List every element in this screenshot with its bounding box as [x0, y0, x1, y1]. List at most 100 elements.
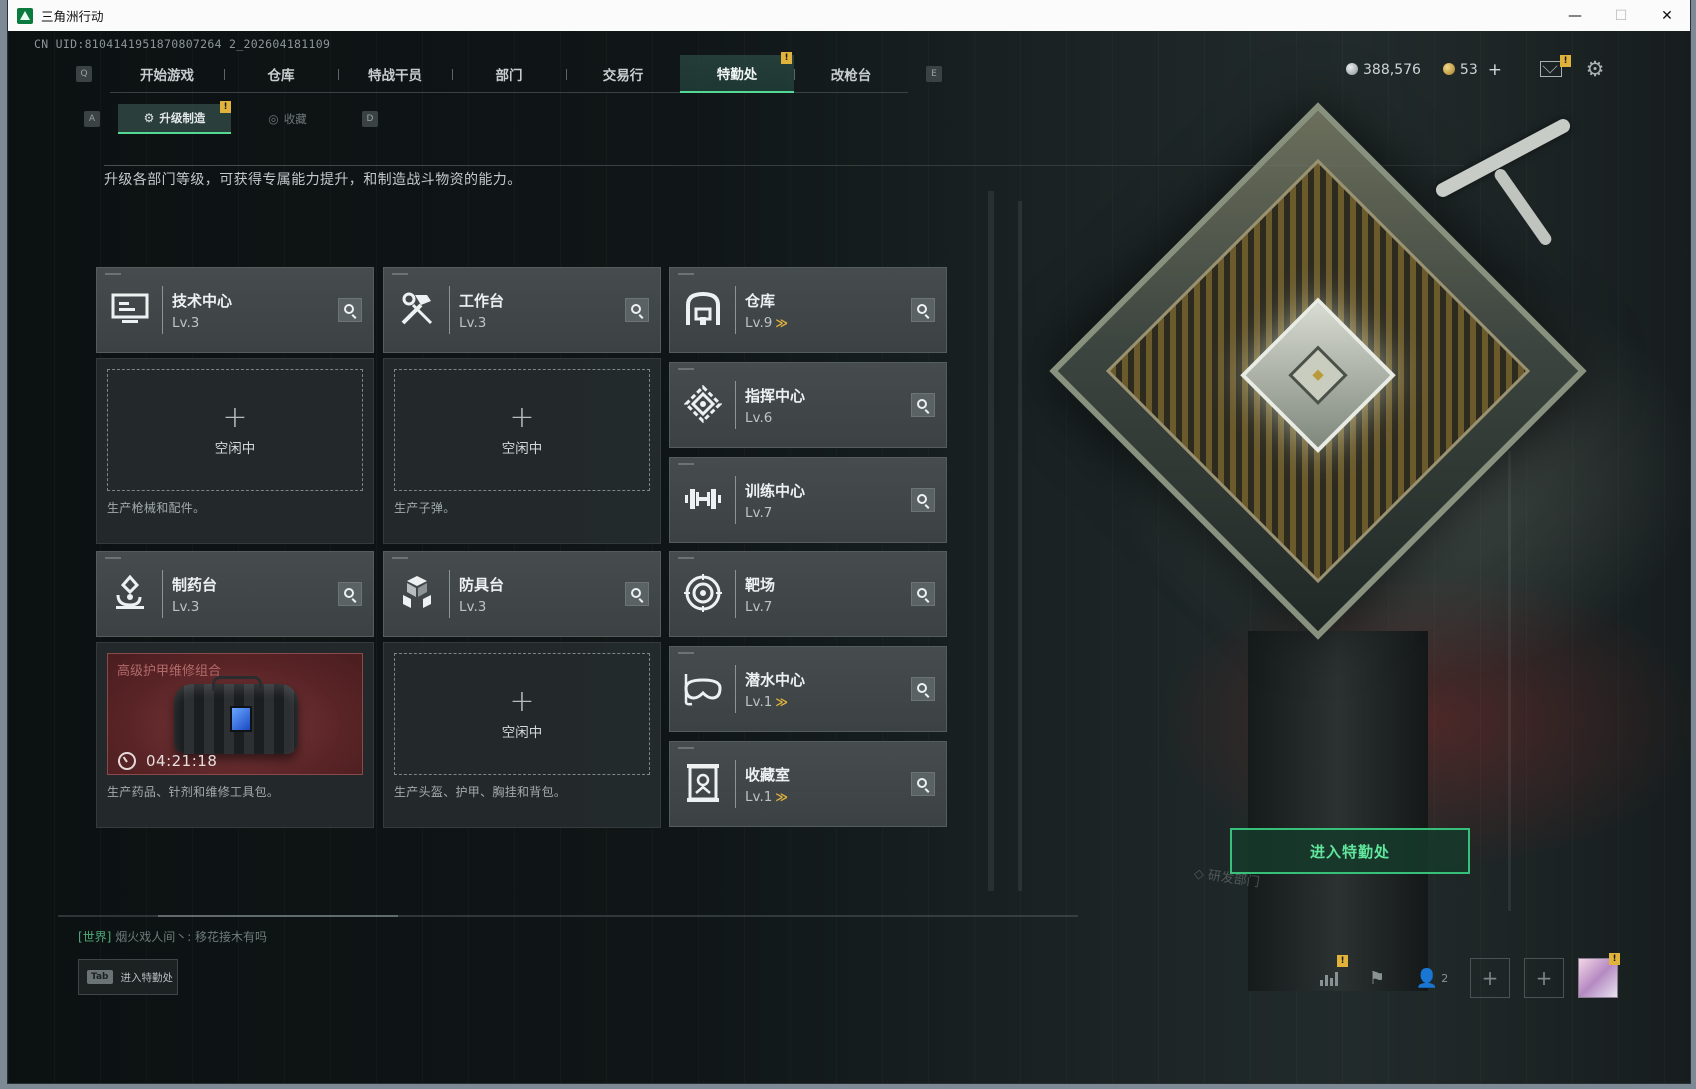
card-separator	[735, 570, 736, 618]
tab-warehouse[interactable]: 仓库	[224, 55, 338, 93]
idle-slot[interactable]: + 空闲中	[394, 369, 650, 491]
dept-name: 潜水中心	[745, 671, 806, 689]
crafting-item-name: 高级护甲维修组合	[117, 664, 222, 679]
idle-slot[interactable]: + 空闲中	[394, 653, 650, 775]
production-slot-tech-center: + 空闲中 生产枪械和配件。	[96, 358, 374, 544]
card-separator	[162, 570, 163, 618]
chat-channel: [世界]	[78, 930, 112, 944]
close-button[interactable]: ✕	[1644, 0, 1690, 31]
card-tag	[678, 747, 694, 749]
card-tag	[392, 557, 408, 559]
dept-name: 制药台	[172, 576, 218, 594]
upgrade-available-icon: ≫	[775, 790, 788, 804]
nav-next-key[interactable]: E	[926, 66, 942, 82]
stats-icon[interactable]: !	[1312, 955, 1348, 995]
dept-card-training-center[interactable]: 训练中心 Lv.7	[669, 457, 947, 543]
search-icon[interactable]	[911, 393, 935, 417]
tab-trading[interactable]: 交易行	[566, 55, 680, 93]
game-canvas: CN UID:8104141951870807264 2_20260418110…	[8, 31, 1690, 1083]
dumbbell-icon	[682, 478, 724, 520]
page-description: 升级各部门等级，可获得专属能力提升，和制造战斗物资的能力。	[104, 172, 522, 188]
friends-icon[interactable]: 👤 2	[1408, 961, 1456, 995]
friends-count: 2	[1441, 971, 1449, 985]
search-icon[interactable]	[338, 298, 362, 322]
bottom-divider	[58, 915, 1078, 917]
production-slot-workbench: + 空闲中 生产子弹。	[383, 358, 661, 544]
subtab-alert-badge: !	[220, 101, 231, 113]
bar-chart-glyph	[1320, 970, 1338, 986]
avatar-alert-badge: !	[1609, 953, 1620, 965]
dept-card-shooting-range[interactable]: 靶场 Lv.7	[669, 551, 947, 637]
subtab-upgrade-craft[interactable]: ⚙ 升级制造 !	[118, 101, 231, 134]
tab-hint-label: 进入特勤处	[120, 971, 174, 984]
search-icon[interactable]	[625, 582, 649, 606]
tab-special-ops[interactable]: 特勤处 !	[680, 52, 794, 93]
card-tag	[678, 368, 694, 370]
enter-special-ops-button[interactable]: 进入特勤处	[1230, 828, 1470, 874]
avatar[interactable]: !	[1578, 953, 1620, 998]
dept-name: 仓库	[745, 292, 776, 310]
card-separator	[735, 760, 736, 808]
tab-departments[interactable]: 部门	[452, 55, 566, 93]
idle-label: 空闲中	[501, 441, 543, 457]
card-separator	[162, 286, 163, 334]
search-icon[interactable]	[625, 298, 649, 322]
nav-prev-key[interactable]: Q	[76, 66, 92, 82]
search-icon[interactable]	[911, 582, 935, 606]
idle-slot[interactable]: + 空闲中	[107, 369, 363, 491]
minimize-button[interactable]: —	[1552, 0, 1598, 31]
slot-description: 生产子弹。	[394, 501, 456, 515]
search-icon[interactable]	[911, 772, 935, 796]
dept-name: 指挥中心	[745, 387, 806, 405]
tab-start-game[interactable]: 开始游戏	[110, 55, 224, 93]
collection-tab-icon: ◎	[268, 112, 279, 126]
world-chat[interactable]: [世界] 烟火戏人间丶: 移花接木有吗	[78, 928, 267, 945]
main-nav-tabs: 开始游戏 仓库 特战干员 部门 交易行 特勤处 ! 改枪台	[110, 52, 908, 93]
background-rail	[988, 191, 994, 891]
dept-card-tech-center[interactable]: 技术中心 Lv.3	[96, 267, 374, 353]
dept-level-value: Lv.1	[745, 694, 773, 710]
dept-level: Lv.7	[745, 505, 773, 521]
subtab-collection-label: 收藏	[283, 112, 307, 126]
dept-card-pharmacy[interactable]: 制药台 Lv.3	[96, 551, 374, 637]
magnifier-glyph	[631, 588, 641, 598]
dept-card-collection-room[interactable]: 收藏室 Lv.1 ≫	[669, 741, 947, 827]
dept-card-workbench[interactable]: 工作台 Lv.3	[383, 267, 661, 353]
dept-card-diving-center[interactable]: 潜水中心 Lv.1 ≫	[669, 646, 947, 732]
repair-kit-image	[174, 676, 298, 754]
maximize-button[interactable]: ☐	[1598, 0, 1644, 31]
tab-operators[interactable]: 特战干员	[338, 55, 452, 93]
dept-card-command-center[interactable]: 指挥中心 Lv.6	[669, 362, 947, 448]
card-tag	[678, 652, 694, 654]
alert-badge: !	[781, 52, 792, 64]
gear-icon[interactable]: ⚙	[1584, 57, 1606, 81]
search-icon[interactable]	[911, 677, 935, 701]
upgrade-available-icon: ≫	[775, 316, 788, 330]
main-nav: Q 开始游戏 仓库 特战干员 部门 交易行 特勤处 ! 改枪台 E	[76, 52, 942, 93]
crafting-item[interactable]: 高级护甲维修组合 04:21:18	[107, 653, 363, 775]
window-controls: — ☐ ✕	[1552, 0, 1690, 31]
dept-card-warehouse[interactable]: 仓库 Lv.9 ≫	[669, 267, 947, 353]
search-icon[interactable]	[911, 298, 935, 322]
search-icon[interactable]	[338, 582, 362, 606]
team-slot-add-button[interactable]: +	[1524, 958, 1564, 998]
card-tag	[105, 557, 121, 559]
dept-card-armor-bench[interactable]: 防具台 Lv.3	[383, 551, 661, 637]
command-icon	[682, 383, 724, 425]
subnav-next-key[interactable]: D	[362, 111, 378, 127]
search-icon[interactable]	[911, 488, 935, 512]
cube-core-art	[1240, 297, 1396, 454]
subnav-prev-key[interactable]: A	[84, 111, 100, 127]
flag-icon[interactable]: ⚑	[1360, 961, 1394, 995]
card-tag	[678, 273, 694, 275]
tab-gunsmith[interactable]: 改枪台	[794, 55, 908, 93]
gold-currency: 53	[1442, 62, 1478, 78]
team-slot-add-button[interactable]: +	[1470, 958, 1510, 998]
mail-icon[interactable]: !	[1540, 55, 1571, 77]
add-currency-button[interactable]: +	[1488, 60, 1502, 80]
magnifier-glyph	[631, 304, 641, 314]
target-icon	[682, 572, 724, 614]
subtab-collection[interactable]: ◎ 收藏	[231, 104, 344, 134]
tab-hint-button[interactable]: Tab 进入特勤处	[78, 959, 178, 995]
armor-icon	[396, 572, 438, 614]
